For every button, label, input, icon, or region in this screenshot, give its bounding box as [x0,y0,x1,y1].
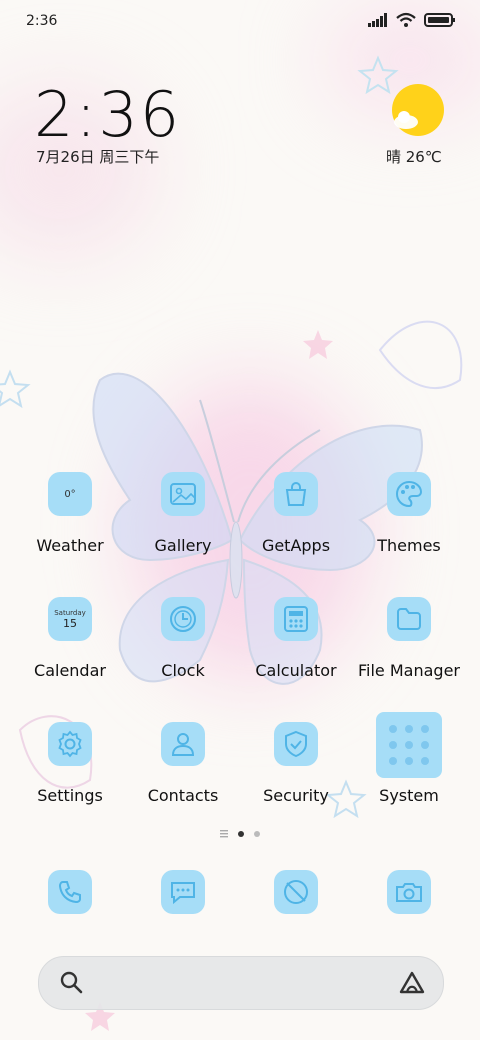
clock-icon [161,597,205,641]
page-dot[interactable] [254,831,260,837]
app-label: Clock [161,661,205,680]
wifi-icon [396,12,416,27]
palette-icon [387,472,431,516]
app-label: GetApps [261,536,331,555]
app-themes[interactable]: Themes [353,472,465,568]
shopping-bag-icon [274,472,318,516]
app-label: Contacts [147,786,219,805]
app-calculator[interactable]: Calculator [240,597,352,693]
app-label: System [379,786,439,805]
weather-widget-text[interactable]: 晴 26℃ [386,146,442,167]
messages-icon[interactable] [161,870,205,914]
app-gallery[interactable]: Gallery [127,472,239,568]
app-settings[interactable]: Settings [14,722,126,818]
page-indicator[interactable] [0,830,480,838]
gallery-icon [161,472,205,516]
app-label: Settings [37,786,103,805]
assistant-icon[interactable] [397,970,427,996]
status-bar: 2:36 [0,0,480,42]
date-label[interactable]: 7月26日 周三下午 [36,146,159,167]
app-label: Calculator [255,661,337,680]
app-getapps[interactable]: GetApps [240,472,352,568]
shield-icon [274,722,318,766]
app-calendar[interactable]: Saturday 15 Calendar [14,597,126,693]
app-contacts[interactable]: Contacts [127,722,239,818]
calendar-day: 15 [63,616,77,630]
folder-system[interactable]: System [353,712,465,808]
app-security[interactable]: Security [240,722,352,818]
app-label: Gallery [154,536,212,555]
app-clock[interactable]: Clock [127,597,239,693]
person-icon [161,722,205,766]
app-label: File Manager [358,661,460,680]
browser-icon[interactable] [274,870,318,914]
app-label: Calendar [34,661,106,680]
calendar-weekday: Saturday [54,608,86,617]
camera-icon[interactable] [387,870,431,914]
menu-lines-icon [220,830,228,838]
signal-icon [368,13,387,27]
app-label: Weather [36,536,104,555]
status-time: 2:36 [26,13,58,29]
search-bar[interactable] [38,956,444,1010]
folder-grid-icon [376,712,442,778]
weather-icon: 0° [48,472,92,516]
page-dot-active[interactable] [238,831,244,837]
folder-icon [387,597,431,641]
app-weather[interactable]: 0° Weather [14,472,126,568]
search-icon [60,971,83,994]
sun-cloud-icon[interactable] [392,84,444,136]
calculator-icon [274,597,318,641]
app-file-manager[interactable]: File Manager [353,597,465,693]
weather-temp: 0° [64,488,76,500]
phone-icon[interactable] [48,870,92,914]
gear-icon [48,722,92,766]
app-label: Security [263,786,329,805]
app-label: Themes [377,536,441,555]
calendar-icon: Saturday 15 [48,597,92,641]
battery-icon [424,13,455,27]
lockscreen-clock[interactable]: 2:36 [34,78,181,151]
